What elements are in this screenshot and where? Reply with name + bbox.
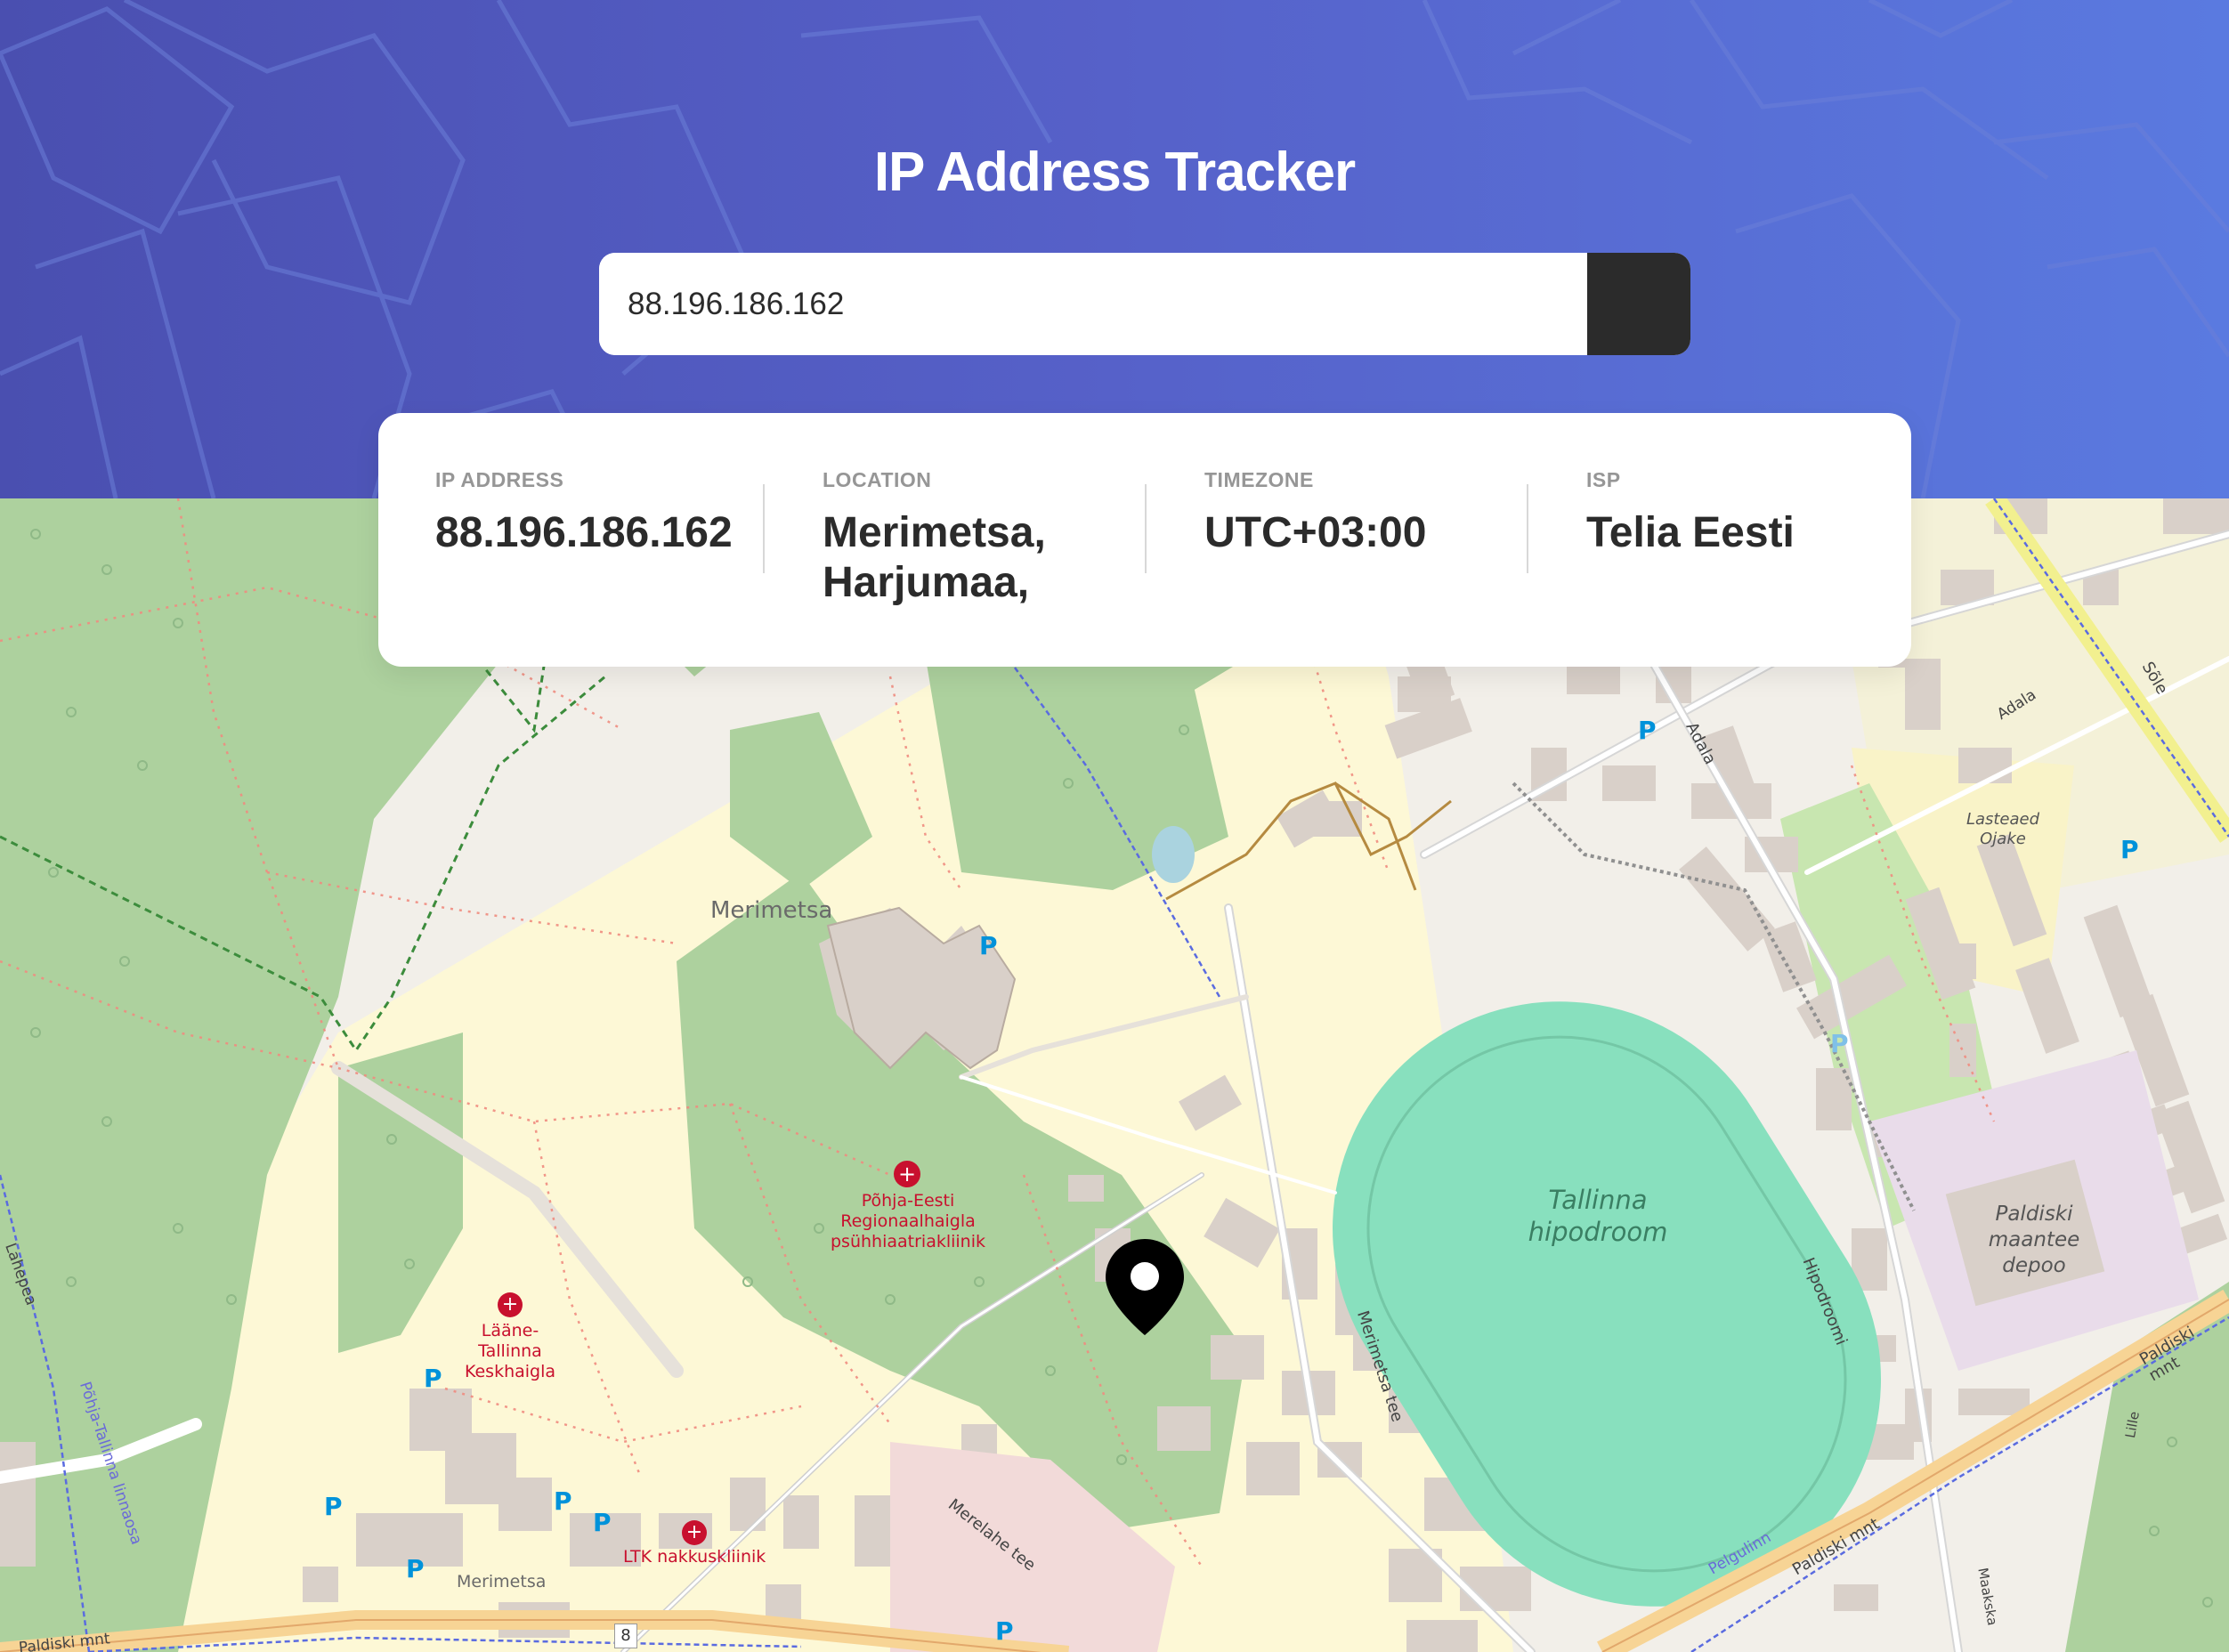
location-value-line2: Harjumaa, xyxy=(823,559,1030,606)
location-value: Merimetsa, Harjumaa, xyxy=(823,508,1046,608)
parking-icon: P xyxy=(554,1486,572,1516)
map-label-line: Regionaalhaigla xyxy=(840,1211,976,1231)
ip-address-section: IP ADDRESS 88.196.186.162 xyxy=(435,468,733,558)
map-label-ltk: LTK nakkuskliinik xyxy=(623,1547,766,1567)
ip-info-card: IP ADDRESS 88.196.186.162 LOCATION Merim… xyxy=(378,413,1911,667)
map-tiles xyxy=(0,498,2229,1652)
divider xyxy=(1527,484,1528,573)
timezone-value: UTC+03:00 xyxy=(1204,509,1427,556)
parking-icon: P xyxy=(593,1508,612,1537)
parking-icon: P xyxy=(406,1554,425,1583)
page-title: IP Address Tracker xyxy=(873,142,1356,203)
location-pin-icon[interactable] xyxy=(1104,1237,1186,1337)
parking-icon: P xyxy=(995,1616,1014,1646)
ip-search-input[interactable] xyxy=(599,253,1587,355)
divider xyxy=(1145,484,1147,573)
timezone-section: TIMEZONE UTC+03:00 xyxy=(1204,468,1426,558)
map-label-laane-tallinna: Lääne- Tallinna Keskhaigla xyxy=(448,1321,572,1382)
map-label-lasteaed: Lasteaed Ojake xyxy=(1958,810,2047,849)
location-label: LOCATION xyxy=(823,468,932,491)
timezone-label: TIMEZONE xyxy=(1204,468,1314,491)
map-label-line: Ojake xyxy=(1980,830,2026,848)
map-label-line: Põhja-Eesti xyxy=(861,1191,955,1211)
map-label-line: psühhiaatriakliinik xyxy=(831,1232,985,1251)
search-bar xyxy=(599,253,1690,355)
map-label-depoo: Paldiski maantee depoo xyxy=(1967,1202,2101,1279)
hospital-icon: + xyxy=(894,1161,920,1187)
isp-label: ISP xyxy=(1586,468,1621,491)
map-label-line: depoo xyxy=(2002,1254,2066,1277)
map-label-merimetsa-small: Merimetsa xyxy=(457,1572,547,1591)
map-label-line: Paldiski xyxy=(1995,1203,2073,1226)
map-label-line: hipodroom xyxy=(1528,1217,1668,1247)
location-section: LOCATION Merimetsa, Harjumaa, xyxy=(823,468,1046,608)
parking-icon: P xyxy=(1830,1029,1849,1058)
hospital-icon: + xyxy=(682,1520,707,1545)
map-label-line: Lääne- xyxy=(481,1321,539,1340)
map-label-line: Lasteaed xyxy=(1966,810,2040,829)
isp-value: Telia Eesti xyxy=(1586,509,1795,556)
isp-section: ISP Telia Eesti xyxy=(1586,468,1795,558)
ip-address-label: IP ADDRESS xyxy=(435,468,564,491)
ip-address-value: 88.196.186.162 xyxy=(435,509,733,556)
map-label-line: maantee xyxy=(1988,1228,2080,1251)
chevron-right-icon xyxy=(601,253,620,283)
parking-icon: P xyxy=(2120,835,2139,864)
parking-icon: P xyxy=(1638,716,1657,745)
map-label-line: Tallinna xyxy=(478,1341,542,1361)
route-shield: 8 xyxy=(614,1624,637,1648)
location-value-line1: Merimetsa, xyxy=(823,509,1046,556)
parking-icon: P xyxy=(324,1492,343,1521)
parking-icon: P xyxy=(424,1364,442,1393)
search-submit-button[interactable] xyxy=(601,253,1690,355)
hospital-icon: + xyxy=(498,1292,523,1317)
map-label-line: Keskhaigla xyxy=(464,1362,556,1381)
map-label-merimetsa: Merimetsa xyxy=(710,897,833,924)
map-label-hipodroom: Tallinna hipodroom xyxy=(1504,1184,1691,1248)
divider xyxy=(763,484,765,573)
map-label-pohja-eesti: Põhja-Eesti Regionaalhaigla psühhiaatria… xyxy=(828,1191,988,1252)
map-view[interactable]: Merimetsa Merimetsa + Põhja-Eesti Region… xyxy=(0,498,2229,1652)
map-label-line: Tallinna xyxy=(1548,1185,1648,1215)
parking-icon: P xyxy=(979,931,998,960)
